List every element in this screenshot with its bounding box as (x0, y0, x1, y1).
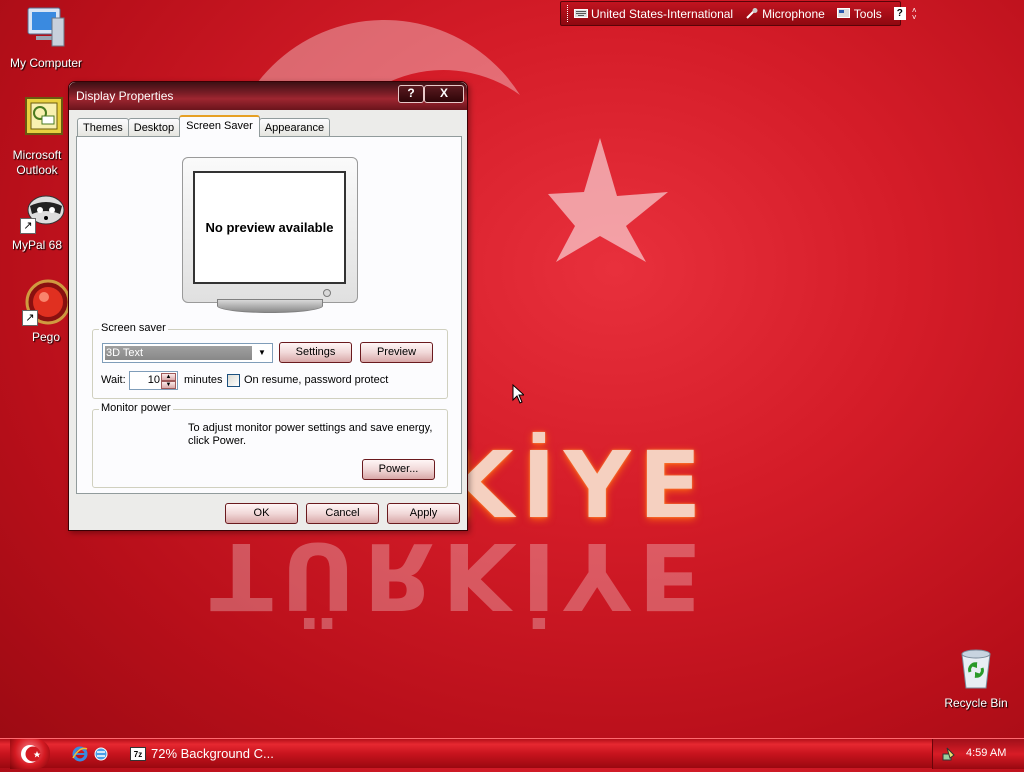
shortcut-arrow-icon: ↗ (20, 218, 36, 234)
microphone-label: Microphone (762, 6, 825, 21)
language-selector[interactable]: United States-International (574, 7, 733, 21)
settings-button[interactable]: Settings (279, 342, 352, 363)
minutes-label: minutes (184, 374, 223, 386)
language-label: United States-International (591, 6, 734, 21)
screen-saver-group-title: Screen saver (99, 322, 168, 334)
language-bar: United States-International Microphone T… (560, 1, 916, 26)
system-tray: 4:59 AM (932, 739, 1024, 769)
wait-value: 10 (147, 374, 160, 386)
window-titlebar[interactable]: Display Properties ? X (69, 82, 467, 110)
stepper-down-icon[interactable]: ▼ (161, 381, 176, 389)
tools-button[interactable]: Tools (836, 6, 882, 21)
tab-strip: Themes Desktop Screen Saver Appearance (77, 115, 331, 137)
monitor-power-description: To adjust monitor power settings and sav… (188, 422, 433, 447)
computer-icon (22, 4, 70, 52)
chevron-down-icon[interactable]: ▼ (254, 346, 270, 360)
display-properties-window: Display Properties ? X Themes Desktop Sc… (68, 81, 468, 531)
mouse-cursor-icon (512, 384, 524, 404)
tools-icon (836, 8, 851, 19)
desktop-icon-label: Pego (31, 330, 61, 344)
monitor-power-group: Monitor power To adjust monitor power se… (92, 402, 448, 488)
keyboard-icon (574, 8, 588, 19)
preview-button[interactable]: Preview (360, 342, 433, 363)
show-desktop-icon[interactable] (93, 746, 109, 762)
network-tray-icon[interactable] (941, 746, 957, 762)
desktop-icon-label: My Computer (9, 56, 83, 70)
close-button[interactable]: X (424, 85, 464, 103)
language-bar-grip[interactable] (567, 5, 568, 22)
desktop-icon-mypal[interactable]: ↗ MyPal 68 (6, 186, 68, 253)
microphone-button[interactable]: Microphone (745, 7, 825, 21)
outlook-icon (20, 96, 68, 144)
password-protect-label[interactable]: On resume, password protect (244, 374, 388, 386)
taskbar: 7z 72% Background C... 4:59 AM (0, 738, 1024, 769)
wait-stepper[interactable]: 10 ▲ ▼ (129, 371, 178, 390)
desktop-icon-label: Microsoft Outlook (12, 148, 62, 177)
power-button[interactable]: Power... (362, 459, 435, 480)
preview-message: No preview available (205, 220, 334, 235)
password-protect-checkbox[interactable] (227, 374, 240, 387)
window-title: Display Properties (76, 89, 174, 103)
taskbar-item-7zip[interactable]: 7z 72% Background C... (124, 742, 284, 766)
monitor-preview: No preview available (182, 157, 358, 303)
cancel-button[interactable]: Cancel (306, 503, 379, 524)
monitor-stand (217, 299, 323, 313)
screen-saver-dropdown[interactable]: 3D Text ▼ (102, 343, 273, 363)
langbar-options-icon[interactable]: ˄ ˅ (912, 6, 917, 21)
tab-screen-saver[interactable]: Screen Saver (179, 115, 260, 137)
help-button[interactable]: ? (893, 7, 906, 20)
clock[interactable]: 4:59 AM (966, 747, 1006, 759)
wait-label: Wait: (101, 374, 126, 386)
desktop-icon-label: MyPal 68 (11, 238, 63, 252)
tools-label: Tools (853, 6, 882, 21)
tab-appearance[interactable]: Appearance (258, 118, 331, 137)
monitor-power-led-icon (323, 289, 331, 297)
desktop-icon-label: Recycle Bin (944, 696, 1008, 710)
internet-explorer-icon[interactable] (72, 746, 88, 762)
screen-saver-group: Screen saver 3D Text ▼ Settings Preview … (92, 322, 448, 399)
screen-saver-selected: 3D Text (105, 346, 252, 360)
ok-button[interactable]: OK (225, 503, 298, 524)
raccoon-icon: ↗ (20, 186, 68, 234)
stepper-buttons: ▲ ▼ (161, 373, 176, 389)
stepper-up-icon[interactable]: ▲ (161, 373, 176, 381)
desktop-icon-recycle-bin[interactable]: Recycle Bin (936, 644, 1016, 711)
start-button[interactable] (10, 739, 50, 769)
7zip-icon: 7z (130, 747, 146, 761)
preview-screen: No preview available (193, 171, 346, 284)
title-help-button[interactable]: ? (398, 85, 424, 103)
tab-desktop[interactable]: Desktop (127, 118, 181, 137)
screen-saver-panel: No preview available Screen saver 3D Tex… (76, 136, 462, 494)
pego-orb-icon: ↗ (22, 278, 71, 326)
start-crescent-icon (21, 745, 41, 763)
shortcut-arrow-icon: ↗ (22, 310, 38, 326)
help-icon: ? (893, 7, 906, 20)
tab-themes[interactable]: Themes (77, 118, 129, 137)
microphone-icon (745, 8, 759, 19)
monitor-power-group-title: Monitor power (99, 402, 173, 414)
apply-button[interactable]: Apply (387, 503, 460, 524)
wallpaper-reflection: TÜRKİYE (210, 522, 710, 629)
taskbar-item-label: 72% Background C... (151, 746, 274, 761)
desktop-icon-outlook[interactable]: Microsoft Outlook (6, 96, 68, 178)
recycle-bin-icon (952, 644, 1000, 692)
desktop-icon-my-computer[interactable]: My Computer (6, 4, 86, 71)
